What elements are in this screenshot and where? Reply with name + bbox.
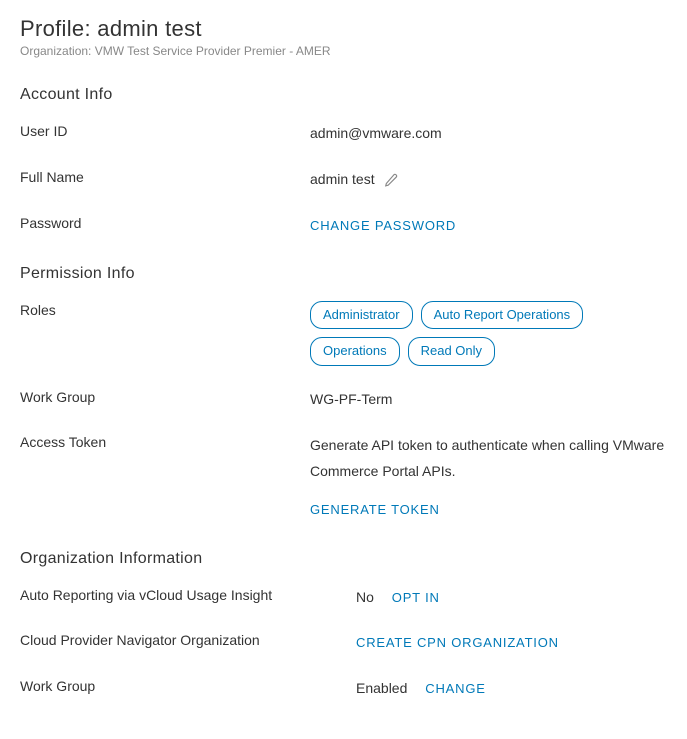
pencil-icon[interactable] (384, 173, 398, 187)
role-pill: Read Only (408, 337, 495, 365)
row-cpn-org: Cloud Provider Navigator Organization CR… (20, 631, 667, 655)
row-org-work-group: Work Group Enabled CHANGE (20, 677, 667, 701)
label-auto-reporting: Auto Reporting via vCloud Usage Insight (20, 586, 356, 603)
role-pill: Administrator (310, 301, 413, 329)
role-pill: Auto Report Operations (421, 301, 584, 329)
opt-in-button[interactable]: OPT IN (392, 590, 440, 605)
label-access-token: Access Token (20, 433, 310, 450)
row-access-token: Access Token Generate API token to authe… (20, 433, 667, 521)
profile-title: Profile: admin test (20, 16, 667, 42)
profile-organization: Organization: VMW Test Service Provider … (20, 44, 667, 58)
change-password-button[interactable]: CHANGE PASSWORD (310, 218, 456, 233)
roles-pill-container: Administrator Auto Report Operations Ope… (310, 301, 667, 365)
value-user-id: admin@vmware.com (310, 122, 667, 146)
org-name: VMW Test Service Provider Premier - AMER (95, 44, 331, 58)
row-full-name: Full Name admin test (20, 168, 667, 192)
value-work-group: WG-PF-Term (310, 388, 667, 412)
label-cpn-org: Cloud Provider Navigator Organization (20, 631, 356, 648)
label-full-name: Full Name (20, 168, 310, 185)
label-org-work-group: Work Group (20, 677, 356, 694)
label-password: Password (20, 214, 310, 231)
value-full-name: admin test (310, 171, 375, 187)
row-password: Password CHANGE PASSWORD (20, 214, 667, 238)
section-organization-info: Organization Information (20, 550, 667, 568)
value-org-work-group: Enabled (356, 680, 407, 696)
access-token-description: Generate API token to authenticate when … (310, 433, 667, 483)
role-pill: Operations (310, 337, 400, 365)
row-auto-reporting: Auto Reporting via vCloud Usage Insight … (20, 586, 667, 610)
row-user-id: User ID admin@vmware.com (20, 122, 667, 146)
section-account-info: Account Info (20, 86, 667, 104)
label-work-group: Work Group (20, 388, 310, 405)
label-roles: Roles (20, 301, 310, 318)
row-roles: Roles Administrator Auto Report Operatio… (20, 301, 667, 365)
label-user-id: User ID (20, 122, 310, 139)
create-cpn-org-button[interactable]: CREATE CPN ORGANIZATION (356, 635, 559, 650)
row-work-group: Work Group WG-PF-Term (20, 388, 667, 412)
value-auto-reporting: No (356, 589, 374, 605)
generate-token-button[interactable]: GENERATE TOKEN (310, 502, 440, 517)
section-permission-info: Permission Info (20, 265, 667, 283)
change-button[interactable]: CHANGE (425, 681, 485, 696)
org-prefix: Organization: (20, 44, 95, 58)
